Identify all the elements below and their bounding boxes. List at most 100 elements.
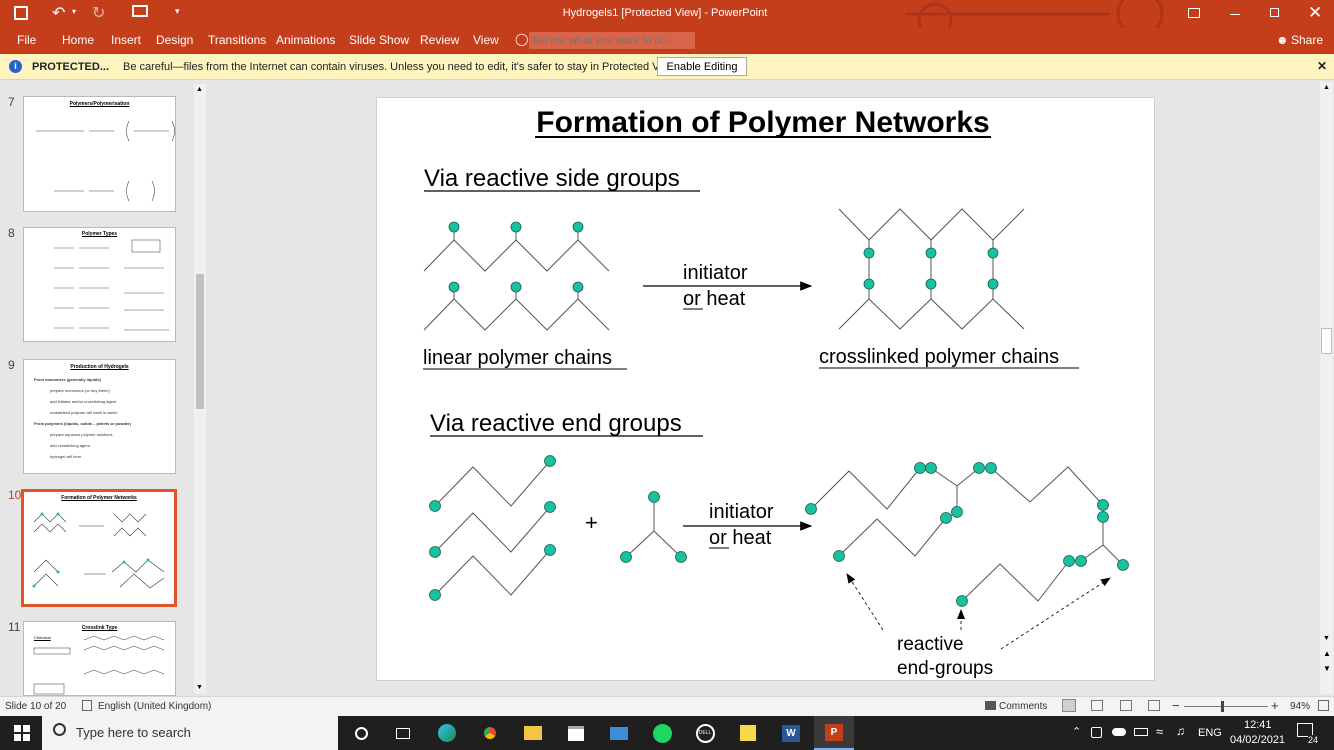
onedrive-icon[interactable] [1091,727,1102,738]
customize-toolbar-icon[interactable]: ▾ [175,6,180,17]
edge-browser-icon[interactable] [427,716,467,750]
tab-review[interactable]: Review [420,33,459,47]
tab-insert[interactable]: Insert [111,33,141,47]
zoom-in-icon[interactable]: + [1271,698,1279,713]
info-shield-icon: i [9,60,22,73]
powerpoint-icon[interactable]: P [814,716,854,750]
slide-drawing: Formation of Polymer Networks Via reacti… [423,106,1129,679]
save-icon[interactable] [14,6,28,20]
slide-sorter-icon[interactable] [1091,700,1103,711]
comments-button[interactable]: Comments [999,701,1047,712]
tab-design[interactable]: Design [156,33,193,47]
file-explorer-icon[interactable] [513,716,553,750]
redo-icon[interactable]: ↻ [92,3,105,23]
dell-icon[interactable]: DELL [685,716,725,750]
undo-dropdown-icon[interactable]: ▾ [72,7,76,16]
restore-icon[interactable] [1270,8,1279,17]
next-slide-icon[interactable]: ▼ [1323,664,1331,673]
scroll-up-icon[interactable]: ▲ [196,86,203,93]
thumbnail-slide-9[interactable]: Production of Hydrogels From monomers (g… [23,359,176,474]
volume-icon[interactable]: ♫ [1176,724,1185,738]
taskbar-search-box[interactable]: Type here to search [42,716,338,750]
spellcheck-icon[interactable] [82,700,92,711]
thumbnail-title: Polymers/Polymerisation [69,101,130,107]
linear-chains [423,227,610,331]
thumbnail-slide-7[interactable]: Polymers/Polymerisation [23,96,176,212]
tab-file[interactable]: File [17,33,36,47]
share-icon[interactable]: ☻ [1276,33,1289,47]
search-icon [53,723,66,736]
clock-time[interactable]: 12:41 [1244,719,1272,731]
share-button[interactable]: Share [1291,33,1323,47]
mail-icon[interactable] [599,716,639,750]
sticky-notes-icon[interactable] [728,716,768,750]
close-bar-icon[interactable]: ✕ [1317,59,1327,73]
enable-editing-button[interactable]: Enable Editing [657,57,747,76]
tab-slide-show[interactable]: Slide Show [349,33,409,47]
chrome-icon[interactable] [470,716,510,750]
plus-sign: + [585,510,598,535]
scroll-down-icon[interactable]: ▼ [196,684,203,691]
scroll-down-icon[interactable]: ▼ [1323,635,1330,642]
spotify-icon[interactable] [642,716,682,750]
undo-icon[interactable]: ↶ [52,3,65,23]
zoom-slider-thumb[interactable] [1221,701,1224,712]
scroll-up-icon[interactable]: ▲ [1323,84,1330,91]
show-hidden-icons[interactable]: ⌃ [1072,725,1081,738]
scrollbar-thumb[interactable] [1321,328,1332,354]
normal-view-icon[interactable] [1062,699,1076,712]
minimize-icon[interactable] [1230,14,1240,15]
cloud-icon[interactable] [1112,728,1126,736]
slideshow-view-icon[interactable] [1148,700,1160,711]
task-view-icon[interactable] [383,716,423,750]
language-indicator[interactable]: English (United Kingdom) [98,701,211,712]
tell-me-search-input[interactable] [529,32,695,49]
battery-icon[interactable] [1134,728,1148,736]
tab-home[interactable]: Home [62,33,94,47]
slide-scrollbar[interactable]: ▲ ▼ ▲ ▼ [1320,82,1333,694]
tab-transitions[interactable]: Transitions [208,33,266,47]
slide-title: Formation of Polymer Networks [536,106,989,139]
cortana-icon[interactable] [341,716,381,750]
input-language[interactable]: ENG [1198,727,1222,739]
reactive-label-line1: reactive [897,634,964,655]
thumbnail-title: Polymer Types [81,231,118,237]
status-bar: Slide 10 of 20 English (United Kingdom) … [0,696,1334,716]
thumbnail-slide-11[interactable]: Crosslink Type Chemical [23,621,176,696]
windows-start-icon[interactable] [2,716,42,750]
close-icon[interactable]: ✕ [1308,3,1322,23]
wifi-icon[interactable]: ≈ [1156,724,1163,739]
tab-view[interactable]: View [473,33,499,47]
scrollbar-thumb[interactable] [196,274,204,409]
slide-counter: Slide 10 of 20 [5,701,67,712]
present-icon[interactable] [132,5,148,17]
crosslinker-molecule [625,497,682,558]
zoom-slider[interactable] [1184,706,1268,707]
section-side-groups: Via reactive side groups [424,165,680,192]
fit-slide-icon[interactable] [1318,700,1329,711]
slide-canvas[interactable]: Formation of Polymer Networks Via reacti… [376,97,1155,681]
zoom-out-icon[interactable]: − [1172,698,1180,713]
thumbnail-diagram [36,120,175,202]
word-icon[interactable]: W [771,716,811,750]
comments-icon[interactable] [985,701,996,710]
reading-view-icon[interactable] [1120,700,1132,711]
microsoft-store-icon[interactable] [556,716,596,750]
previous-slide-icon[interactable]: ▲ [1323,649,1331,658]
protected-label: PROTECTED... [32,61,110,73]
thumbnail-diagram [54,239,169,331]
zoom-level[interactable]: 94% [1290,701,1310,712]
thumbnail-number: 7 [8,95,15,109]
title-bar: ↶ ▾ ↻ ▾ Hydrogels1 [Protected View] - Po… [0,0,1334,28]
slide-thumbnail-pane: 7 Polymers/Polymerisation 8 Polymer Type… [0,80,210,696]
thumbnail-diagram [32,512,165,589]
tab-animations[interactable]: Animations [276,33,335,47]
thumbnail-line: From monomers (generally liquids) [34,377,101,382]
clock-date[interactable]: 04/02/2021 [1230,734,1285,746]
thumbnail-number: 8 [8,226,15,240]
or-heat-label-2: or heat [709,527,772,549]
thumbnail-slide-8[interactable]: Polymer Types [23,227,176,342]
thumbnail-scrollbar[interactable]: ▲ ▼ [194,84,206,694]
thumbnail-slide-10-selected[interactable]: Formation of Polymer Networks [21,489,177,607]
ribbon-display-icon[interactable] [1188,8,1200,18]
